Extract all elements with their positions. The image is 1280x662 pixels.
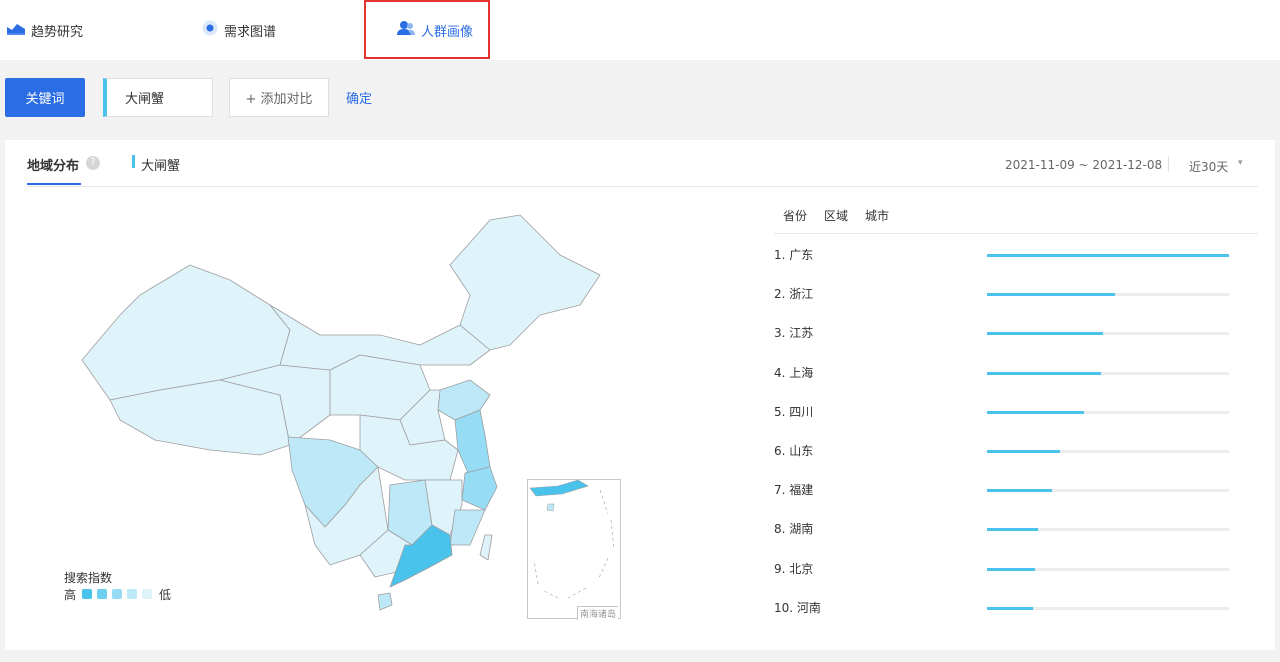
chevron-down-icon[interactable]: ▾ — [1238, 158, 1243, 168]
rank-bar-track — [987, 489, 1229, 493]
rank-bar-fill — [987, 410, 1084, 414]
legend-swatch-4 — [127, 589, 137, 599]
legend-low-label: 低 — [159, 588, 172, 602]
keyword-button[interactable]: 关键词 — [5, 78, 85, 117]
rank-row: 10. 河南 — [774, 599, 1258, 619]
tab-city[interactable]: 城市 — [865, 207, 889, 224]
help-icon[interactable]: ? — [86, 156, 100, 170]
map-region-zhejiang[interactable] — [461, 466, 498, 511]
rank-bar-fill — [987, 254, 1229, 257]
rank-bar-track — [987, 254, 1229, 257]
rank-row: 1. 广东 — [774, 246, 1258, 266]
tab-demand-graph-label: 需求图谱 — [224, 24, 277, 40]
trend-chart-icon — [7, 21, 25, 39]
rank-bar-fill — [987, 528, 1038, 532]
inset-map — [529, 479, 615, 599]
rank-label: 5. 四川 — [774, 404, 814, 419]
active-tab-underline — [27, 183, 81, 185]
rank-bar-track — [987, 293, 1229, 297]
rank-label: 6. 山东 — [774, 444, 814, 458]
rank-label: 3. 江苏 — [774, 326, 814, 341]
legend-swatch-3 — [112, 589, 122, 599]
rank-tabs: 省份 区域 城市 — [783, 207, 889, 224]
rank-row: 7. 福建 — [774, 481, 1258, 501]
add-compare-button[interactable]: + 添加对比 — [229, 78, 329, 117]
confirm-link[interactable]: 确定 — [346, 88, 372, 107]
tab-region[interactable]: 区域 — [824, 207, 848, 224]
rank-row: 4. 上海 — [774, 364, 1258, 384]
rank-bar-fill — [987, 489, 1053, 493]
panel-divider — [27, 186, 1258, 187]
rank-label: 1. 广东 — [774, 248, 814, 262]
tab-trend-research[interactable]: 趋势研究 — [7, 20, 83, 40]
rank-row: 9. 北京 — [774, 560, 1258, 580]
rank-bar-track — [987, 371, 1229, 375]
rank-row: 2. 浙江 — [774, 285, 1258, 305]
map-region-jiangsu[interactable] — [454, 409, 491, 474]
map-legend-title: 搜索指数 — [64, 571, 113, 585]
rank-bar-fill — [987, 332, 1104, 336]
rank-label: 9. 北京 — [774, 561, 814, 576]
rank-row: 6. 山东 — [774, 442, 1258, 462]
rank-bar-fill — [987, 606, 1033, 610]
date-range: 2021-11-09 ~ 2021-12-08 — [1005, 158, 1163, 172]
map-region-shandong[interactable] — [437, 379, 491, 421]
rank-label: 8. 湖南 — [774, 522, 814, 537]
legend-high-label: 高 — [64, 588, 77, 602]
map-region-taiwan[interactable] — [479, 534, 493, 561]
rank-bar-track — [987, 450, 1229, 453]
period-select[interactable]: 近30天 — [1189, 158, 1228, 175]
map-region-fujian[interactable] — [449, 509, 486, 546]
inset-label: 南海诸岛 — [577, 606, 619, 620]
legend-swatch-2 — [97, 589, 107, 599]
rank-bar-track — [987, 528, 1229, 532]
south-china-sea-inset — [527, 479, 621, 619]
rank-label: 2. 浙江 — [774, 287, 814, 302]
panel-title[interactable]: 地域分布 — [27, 155, 79, 174]
rank-label: 10. 河南 — [774, 600, 821, 615]
keyword-color-marker — [132, 155, 135, 168]
rank-bar-fill — [987, 293, 1116, 297]
keyword-input[interactable]: 大闸蟹 — [103, 78, 213, 117]
rank-row: 5. 四川 — [774, 403, 1258, 423]
rank-bar-fill — [987, 371, 1101, 375]
rank-row: 8. 湖南 — [774, 520, 1258, 540]
legend-swatch-5 — [142, 589, 152, 599]
rank-label: 7. 福建 — [774, 483, 814, 498]
top-navigation: 趋势研究 需求图谱 人群画像 — [0, 0, 1280, 60]
rank-bar-track — [987, 410, 1229, 414]
map-region-northeast[interactable] — [449, 214, 601, 351]
keyword-legend-label: 大闸蟹 — [141, 159, 181, 174]
legend-swatch-1 — [82, 589, 92, 599]
tab-demand-graph[interactable]: 需求图谱 — [202, 20, 276, 40]
map-region-hainan[interactable] — [377, 592, 393, 611]
rank-bar-fill — [987, 450, 1060, 453]
rank-label: 4. 上海 — [774, 365, 814, 380]
rank-bar-fill — [987, 567, 1036, 571]
rank-bar-track — [987, 567, 1229, 571]
tab-trend-research-label: 趋势研究 — [31, 24, 84, 40]
date-separator — [1168, 156, 1169, 172]
rank-row: 3. 江苏 — [774, 324, 1258, 344]
tab-province[interactable]: 省份 — [783, 207, 807, 224]
rank-bar-track — [987, 332, 1229, 336]
radar-dot-icon — [202, 20, 218, 40]
active-tab-highlight — [364, 0, 490, 59]
rank-divider — [774, 233, 1258, 234]
rank-bar-track — [987, 606, 1229, 610]
